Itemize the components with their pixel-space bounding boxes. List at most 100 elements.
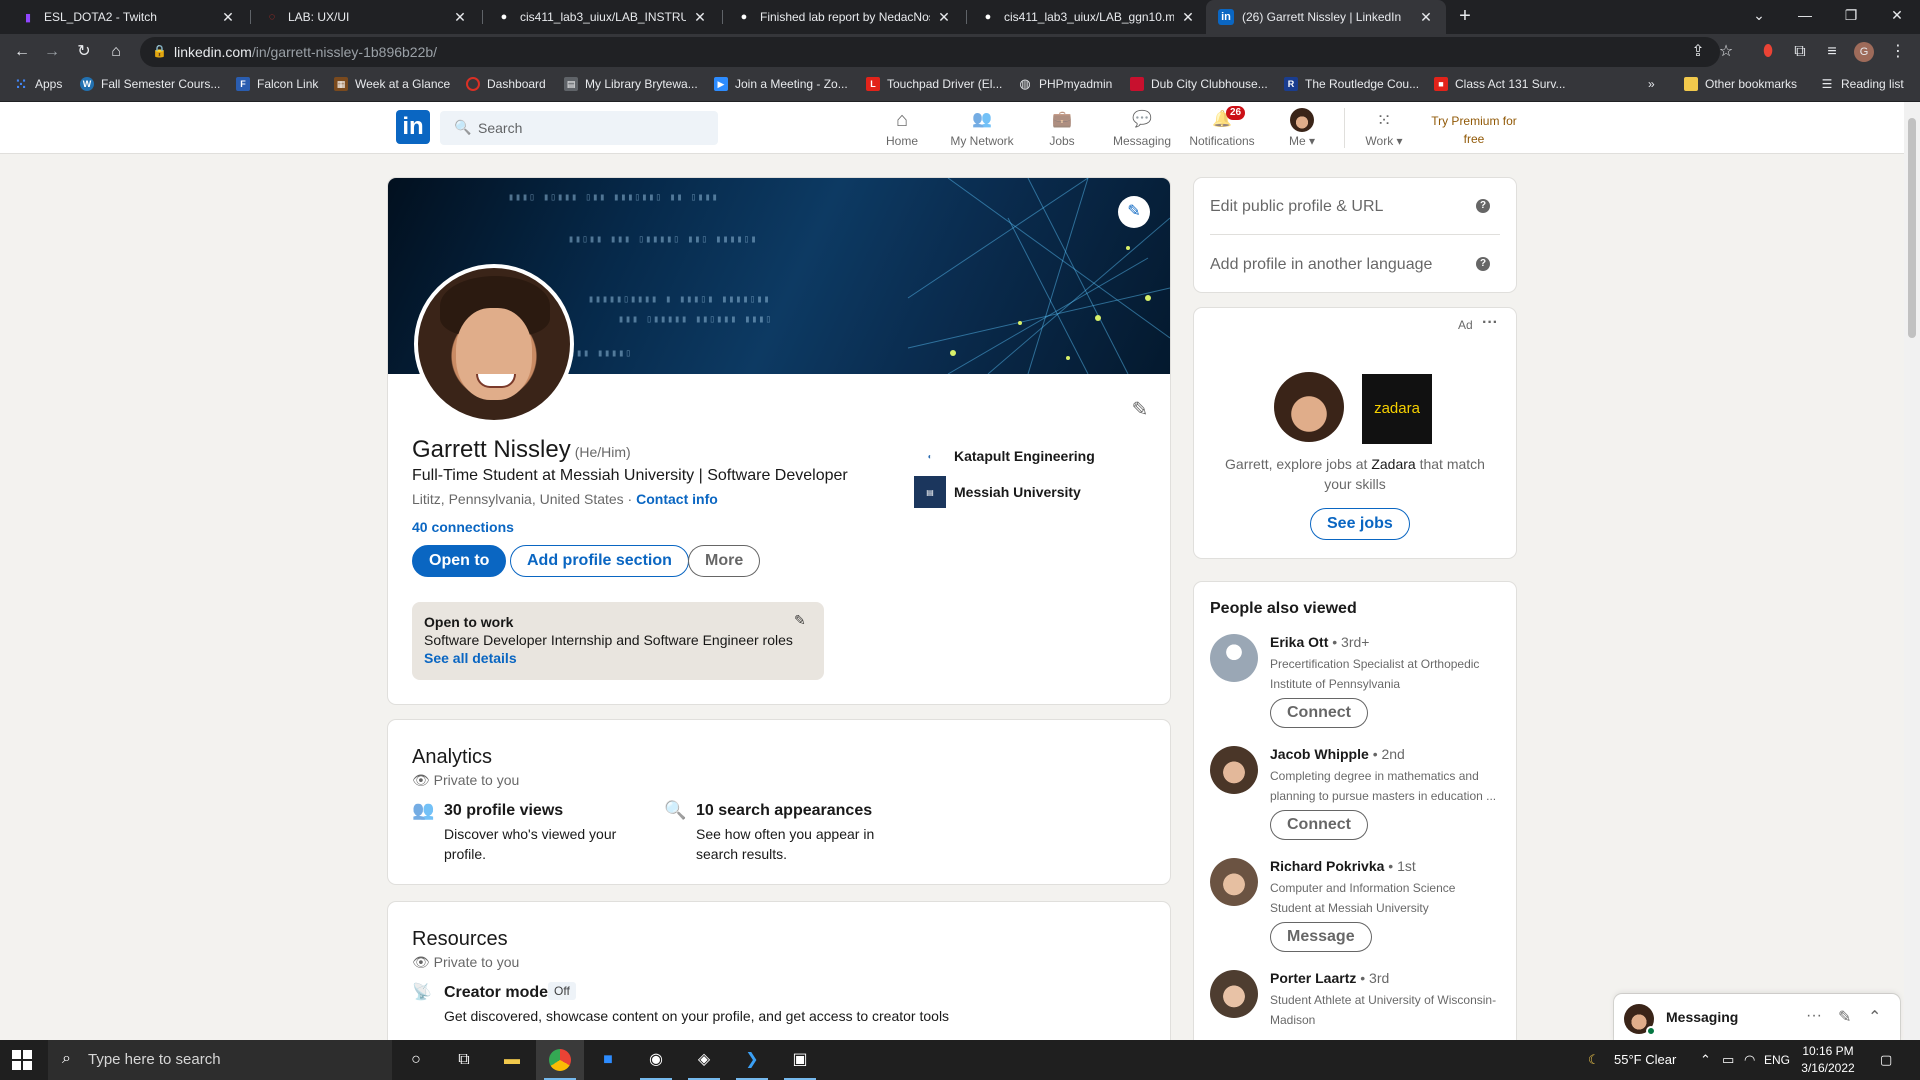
browser-tab-active[interactable]: in (26) Garrett Nissley | LinkedIn ✕ [1206, 0, 1446, 34]
pencil-icon[interactable]: ✎ [794, 612, 806, 629]
share-icon[interactable]: ⇪ [1686, 40, 1710, 64]
device-icon[interactable]: ▭ [1722, 1040, 1734, 1080]
open-to-button[interactable]: Open to [412, 545, 507, 577]
close-tab-icon[interactable]: ✕ [452, 9, 468, 26]
bookmark-apps[interactable]: ⁙ Apps [14, 76, 62, 92]
extension-icon[interactable]: ⬮ [1756, 40, 1780, 64]
minimize-button[interactable]: — [1782, 0, 1828, 34]
task-view-icon[interactable]: ⧉ [440, 1040, 488, 1080]
bookmark-item[interactable]: L Touchpad Driver (El... [866, 77, 1002, 91]
weather-text[interactable]: 55°F Clear [1614, 1040, 1676, 1080]
bookmark-item[interactable]: ▶ Join a Meeting - Zo... [714, 77, 848, 91]
steam-vr-icon[interactable]: ◈ [680, 1040, 728, 1080]
windows-start-icon[interactable] [12, 1050, 32, 1070]
notification-center-icon[interactable]: ▢ [1880, 1040, 1892, 1080]
home-icon[interactable]: ⌂ [104, 40, 128, 64]
help-icon[interactable]: ? [1476, 257, 1490, 271]
browser-tab[interactable]: ● Finished lab report by NedacNos ✕ [724, 0, 964, 34]
search-input[interactable] [478, 118, 698, 138]
language-indicator[interactable]: ENG [1764, 1040, 1790, 1080]
close-tab-icon[interactable]: ✕ [692, 9, 708, 26]
url-text[interactable]: linkedin.com/in/garrett-nissley-1b896b22… [174, 44, 437, 60]
add-profile-section-button[interactable]: Add profile section [510, 545, 689, 577]
scrollbar-thumb[interactable] [1908, 118, 1916, 338]
bookmark-item[interactable]: ▦ Week at a Glance [334, 77, 450, 91]
bookmark-item[interactable]: Dashboard [466, 77, 546, 91]
bookmark-item[interactable]: ▤ My Library Brytewa... [564, 77, 698, 91]
close-tab-icon[interactable]: ✕ [1418, 9, 1434, 26]
bookmark-item[interactable]: Dub City Clubhouse... [1130, 77, 1268, 91]
close-tab-icon[interactable]: ✕ [936, 9, 952, 26]
nav-notifications[interactable]: 🔔 26 Notifications [1182, 106, 1262, 152]
back-icon[interactable]: ← [10, 40, 34, 64]
wifi-icon[interactable]: ◠ [1744, 1040, 1755, 1080]
browser-tab[interactable]: ● cis411_lab3_uiux/LAB_ggn10.md ✕ [968, 0, 1208, 34]
bookmark-item[interactable]: W Fall Semester Cours... [80, 77, 220, 91]
bookmark-item[interactable]: ■ Class Act 131 Surv... [1434, 77, 1566, 91]
bookmarks-overflow-icon[interactable]: » [1648, 77, 1655, 91]
search-box[interactable]: 🔍 [440, 111, 718, 145]
file-explorer-icon[interactable]: ▬ [488, 1040, 536, 1080]
connect-button[interactable]: Connect [1270, 698, 1368, 728]
edit-intro-button[interactable]: ✎ [1124, 394, 1156, 426]
chrome-taskbar-icon[interactable] [536, 1040, 584, 1080]
chevron-up-icon[interactable]: ⌃ [1868, 1007, 1881, 1027]
zoom-taskbar-icon[interactable]: ■ [584, 1040, 632, 1080]
chrome-profile-avatar[interactable]: G [1854, 42, 1874, 62]
compose-icon[interactable]: ✎ [1838, 1007, 1851, 1027]
nav-work[interactable]: ⁙ Work ▾ [1344, 108, 1424, 152]
more-options-icon[interactable]: ··· [1482, 314, 1498, 332]
nav-my-network[interactable]: 👥 My Network [942, 108, 1022, 152]
bookmark-item[interactable]: ◍ PHPmyadmin [1018, 76, 1112, 91]
open-to-work-box[interactable]: Open to work Software Developer Internsh… [412, 602, 824, 680]
nav-home[interactable]: ⌂ Home [862, 108, 942, 152]
messaging-overlay[interactable]: Messaging ··· ✎ ⌃ [1614, 994, 1900, 1042]
bookmark-item[interactable]: R The Routledge Cou... [1284, 77, 1419, 91]
more-button[interactable]: More [688, 545, 761, 577]
edit-public-profile-link[interactable]: Edit public profile & URL [1210, 198, 1383, 216]
chrome-menu-icon[interactable]: ⋮ [1886, 40, 1910, 64]
reading-list[interactable]: ☰ Reading list [1820, 77, 1904, 91]
address-bar[interactable]: 🔒 linkedin.com/in/garrett-nissley-1b896b… [140, 37, 1733, 67]
add-language-profile-link[interactable]: Add profile in another language [1210, 256, 1432, 274]
browser-tab[interactable]: ◌ LAB: UX/UI ✕ [252, 0, 480, 34]
help-icon[interactable]: ? [1476, 199, 1490, 213]
try-premium-link[interactable]: Try Premium for free [1424, 112, 1524, 148]
connections-link[interactable]: 40 connections [412, 519, 514, 535]
page-scrollbar[interactable] [1904, 102, 1920, 1040]
close-window-button[interactable]: ✕ [1874, 0, 1920, 34]
nav-me[interactable]: Me ▾ [1262, 108, 1342, 152]
vscode-icon[interactable]: ❯ [728, 1040, 776, 1080]
taskbar-search-box[interactable]: ⌕ Type here to search [48, 1040, 392, 1080]
org-messiah[interactable]: ▤ Messiah University [914, 476, 1081, 508]
profile-photo[interactable] [414, 264, 574, 424]
see-jobs-button[interactable]: See jobs [1310, 508, 1410, 540]
more-options-icon[interactable]: ··· [1806, 1007, 1822, 1025]
edit-cover-button[interactable]: ✎ [1118, 196, 1150, 228]
close-tab-icon[interactable]: ✕ [220, 9, 236, 26]
nav-jobs[interactable]: 💼 Jobs [1022, 108, 1102, 152]
cortana-icon[interactable]: ○ [392, 1040, 440, 1080]
contact-info-link[interactable]: Contact info [636, 491, 718, 507]
org-katapult[interactable]: ◐ Katapult Engineering [914, 440, 1095, 472]
browser-tab[interactable]: ▮ ESL_DOTA2 - Twitch ✕ [8, 0, 248, 34]
reload-icon[interactable]: ↻ [72, 40, 96, 64]
other-bookmarks[interactable]: Other bookmarks [1684, 77, 1797, 91]
bookmark-item[interactable]: F Falcon Link [236, 77, 318, 91]
tray-chevron-icon[interactable]: ⌃ [1700, 1040, 1711, 1080]
close-tab-icon[interactable]: ✕ [1180, 9, 1196, 26]
nav-messaging[interactable]: 💬 Messaging [1102, 108, 1182, 152]
linkedin-logo[interactable]: in [396, 110, 430, 144]
extensions-puzzle-icon[interactable]: ⧉ [1788, 40, 1812, 64]
see-all-details-link[interactable]: See all details [424, 650, 812, 666]
forward-icon[interactable]: → [40, 40, 64, 64]
restore-button[interactable]: ❐ [1828, 0, 1874, 34]
clock[interactable]: 10:16 PM 3/16/2022 [1792, 1043, 1864, 1077]
browser-tab[interactable]: ● cis411_lab3_uiux/LAB_INSTRUCT ✕ [484, 0, 720, 34]
media-control-icon[interactable]: ≡ [1820, 40, 1844, 64]
terminal-icon[interactable]: ▣ [776, 1040, 824, 1080]
tab-search-icon[interactable]: ⌄ [1736, 0, 1782, 34]
new-tab-button[interactable]: + [1452, 4, 1478, 30]
connect-button[interactable]: Connect [1270, 810, 1368, 840]
steam-icon[interactable]: ◉ [632, 1040, 680, 1080]
